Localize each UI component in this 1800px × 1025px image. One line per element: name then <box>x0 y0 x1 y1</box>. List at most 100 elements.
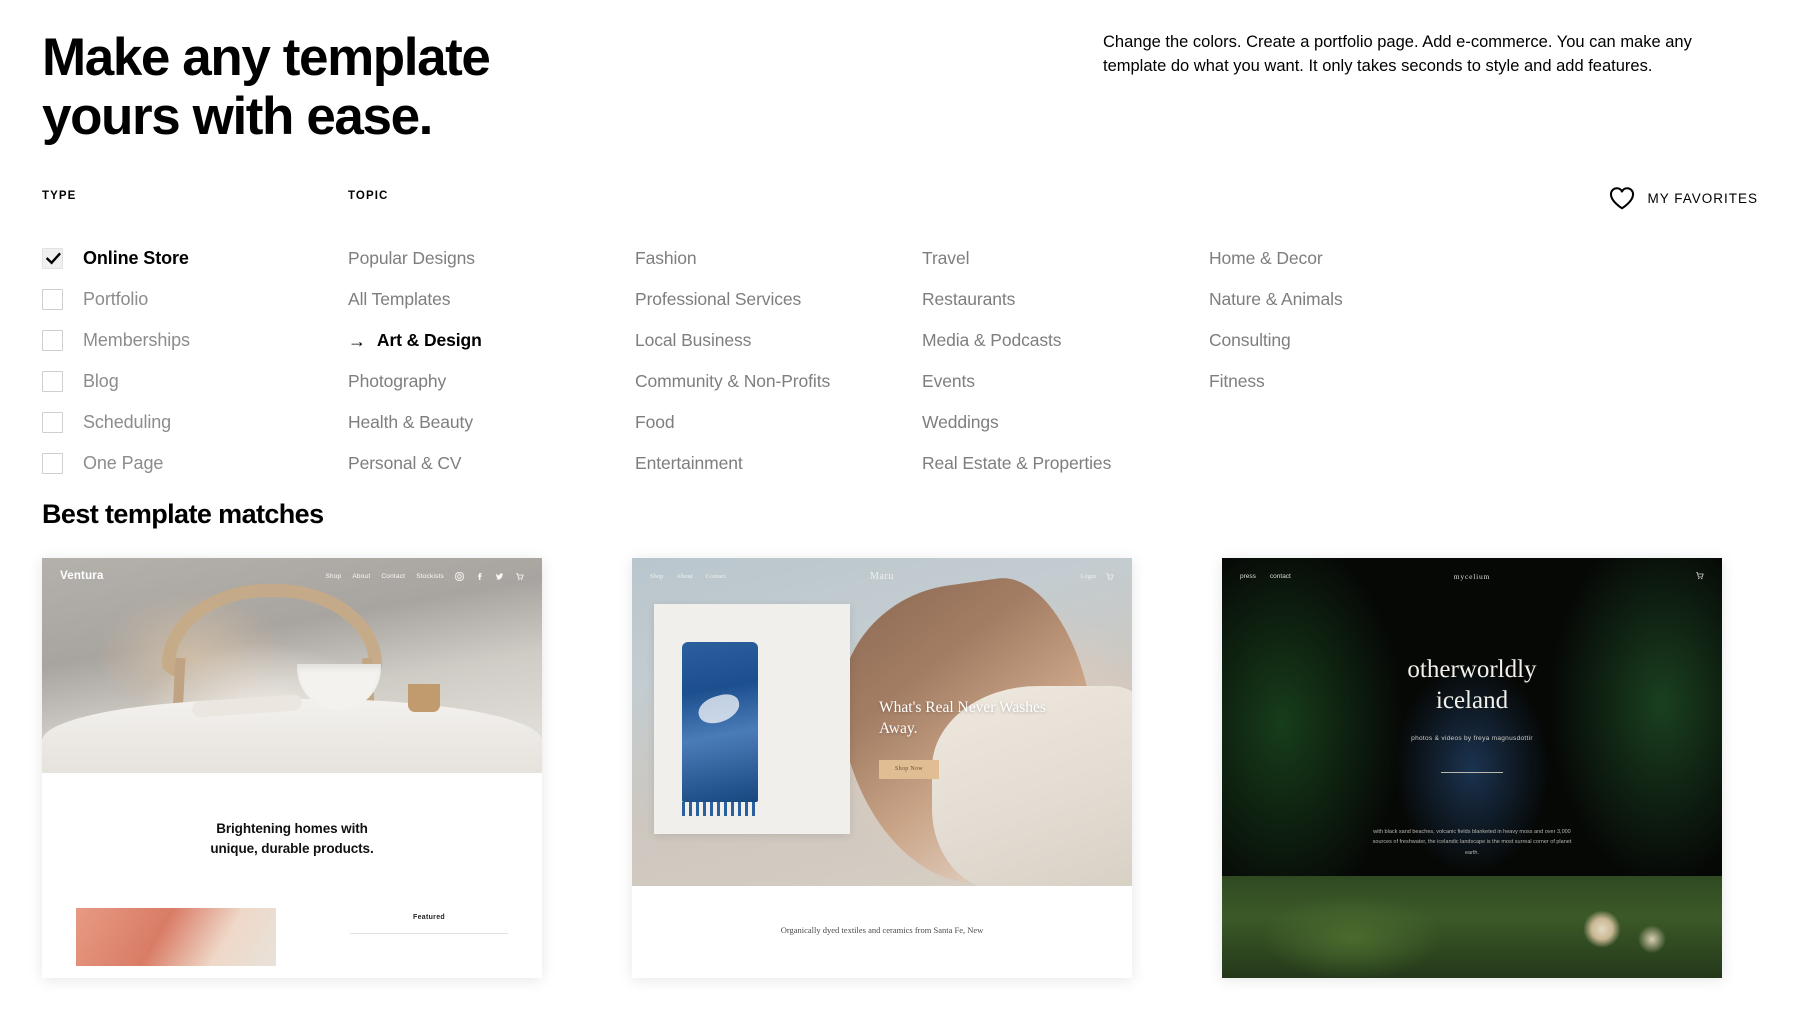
topic-item-real-estate-and-properties[interactable]: →Real Estate & Properties <box>922 443 1209 484</box>
topic-item-restaurants[interactable]: →Restaurants <box>922 279 1209 320</box>
cart-icon <box>1106 572 1114 580</box>
topic-item-health-and-beauty[interactable]: →Health & Beauty <box>348 402 635 443</box>
divider <box>1441 771 1503 773</box>
topic-item-all-templates[interactable]: →All Templates <box>348 279 635 320</box>
topic-item-popular-designs[interactable]: →Popular Designs <box>348 238 635 279</box>
checkbox-scheduling[interactable] <box>42 412 63 433</box>
template-nav-account: Login <box>1080 572 1114 581</box>
topic-item-consulting[interactable]: →Consulting <box>1209 320 1496 361</box>
template-card-maru[interactable]: Shop About Contact Maru Login What's Rea… <box>632 558 1132 978</box>
template-nav-bar: Ventura Shop About Contact Stockists <box>42 558 542 594</box>
topic-item-label: Nature & Animals <box>1209 289 1343 309</box>
topic-item-label: Health & Beauty <box>348 412 473 432</box>
topic-item-nature-and-animals[interactable]: →Nature & Animals <box>1209 279 1496 320</box>
type-filter-label: Portfolio <box>83 289 149 309</box>
template-preview-image: Ventura Shop About Contact Stockists <box>42 558 542 773</box>
my-favorites-button[interactable]: MY FAVORITES <box>1609 186 1758 210</box>
topic-item-entertainment[interactable]: →Entertainment <box>635 443 922 484</box>
cup-shape <box>408 684 440 712</box>
topic-item-fitness[interactable]: →Fitness <box>1209 361 1496 402</box>
template-brand-name: Maru <box>869 570 895 582</box>
template-card-mycelium[interactable]: press contact mycelium otherworldly icel… <box>1222 558 1722 978</box>
template-headline: Brightening homes with unique, durable p… <box>210 821 374 857</box>
nav-link-about: About <box>352 572 371 580</box>
topic-item-photography[interactable]: →Photography <box>348 361 635 402</box>
filters-section: TYPE TOPIC MY FAVORITES Online Store Por… <box>0 187 1800 474</box>
topic-item-label: Weddings <box>922 412 999 432</box>
type-filter-memberships[interactable]: Memberships <box>42 320 348 361</box>
topic-item-professional-services[interactable]: →Professional Services <box>635 279 922 320</box>
template-headline: What's Real Never Washes Away. <box>879 699 1046 737</box>
topic-item-label: Popular Designs <box>348 248 475 268</box>
instagram-icon <box>455 571 464 581</box>
topic-item-personal-and-cv[interactable]: →Personal & CV <box>348 443 635 484</box>
topic-column-3: →Travel →Restaurants →Media & Podcasts →… <box>922 238 1209 484</box>
template-preview-image: Shop About Contact Maru Login What's Rea… <box>632 558 1132 886</box>
results-title: Best template matches <box>42 499 324 529</box>
topic-item-label: Consulting <box>1209 330 1291 350</box>
topic-item-label: Home & Decor <box>1209 248 1323 268</box>
type-filter-list: Online Store Portfolio Memberships Blog … <box>42 238 348 484</box>
topic-column-2: →Fashion →Professional Services →Local B… <box>635 238 922 484</box>
template-card-ventura[interactable]: Ventura Shop About Contact Stockists Bri… <box>42 558 542 978</box>
topic-item-label: Food <box>635 412 675 432</box>
type-filter-blog[interactable]: Blog <box>42 361 348 402</box>
shop-now-button[interactable]: Shop Now <box>879 759 939 779</box>
checkbox-blog[interactable] <box>42 371 63 392</box>
moss-photo-placeholder <box>1222 876 1722 978</box>
topic-item-label: Local Business <box>635 330 752 350</box>
arrow-icon: → <box>348 330 366 351</box>
cart-icon <box>516 572 524 580</box>
filters-header-row: TYPE TOPIC MY FAVORITES <box>42 187 1758 226</box>
topic-item-art-and-design[interactable]: → Art & Design <box>348 320 635 361</box>
template-subtitle: photos & videos by freya magnusdottir <box>1411 734 1533 742</box>
type-filter-label: Online Store <box>83 248 189 268</box>
topic-item-travel[interactable]: →Travel <box>922 238 1209 279</box>
template-nav-bar: press contact mycelium <box>1222 558 1722 594</box>
checkbox-memberships[interactable] <box>42 330 63 351</box>
topic-item-label: Fitness <box>1209 371 1265 391</box>
fringe-shape <box>682 802 758 816</box>
hero-description: Change the colors. Create a portfolio pa… <box>1103 33 1692 76</box>
type-filter-label: Memberships <box>83 330 190 350</box>
topic-item-community-and-non-profits[interactable]: →Community & Non-Profits <box>635 361 922 402</box>
type-filter-scheduling[interactable]: Scheduling <box>42 402 348 443</box>
topic-item-local-business[interactable]: →Local Business <box>635 320 922 361</box>
featured-block: Featured <box>350 908 508 934</box>
type-filter-label: One Page <box>83 453 164 473</box>
page-title: Make any template yours with ease. <box>42 28 491 147</box>
checkbox-one-page[interactable] <box>42 453 63 474</box>
shop-now-label: Shop Now <box>895 766 923 773</box>
template-brand-name: mycelium <box>1453 571 1491 581</box>
topic-item-label: Personal & CV <box>348 453 462 473</box>
topic-item-media-and-podcasts[interactable]: →Media & Podcasts <box>922 320 1209 361</box>
topic-item-events[interactable]: →Events <box>922 361 1209 402</box>
topic-item-label: Fashion <box>635 248 697 268</box>
topic-column-label: TOPIC <box>348 190 389 202</box>
template-hero-overlay: What's Real Never Washes Away. Shop Now <box>879 698 1094 779</box>
template-hero-overlay: otherworldly iceland photos & videos by … <box>1222 654 1722 773</box>
template-card-grid: Ventura Shop About Contact Stockists Bri… <box>42 558 1758 978</box>
scarf-shape <box>682 642 758 802</box>
topic-item-home-and-decor[interactable]: →Home & Decor <box>1209 238 1496 279</box>
topic-item-food[interactable]: →Food <box>635 402 922 443</box>
template-preview-bottom: Featured <box>42 860 542 966</box>
topic-item-label: Art & Design <box>376 330 482 350</box>
type-filter-online-store[interactable]: Online Store <box>42 238 348 279</box>
topic-item-label: Travel <box>922 248 970 268</box>
checkbox-portfolio[interactable] <box>42 289 63 310</box>
type-filter-one-page[interactable]: One Page <box>42 443 348 484</box>
my-favorites-label: MY FAVORITES <box>1647 190 1758 206</box>
topic-item-weddings[interactable]: →Weddings <box>922 402 1209 443</box>
results-section: Best template matches Ventura Shop About… <box>0 499 1800 978</box>
checkbox-online-store[interactable] <box>42 248 63 269</box>
templates-browse-page: Make any template yours with ease. Chang… <box>0 0 1800 1025</box>
template-preview-image: press contact mycelium otherworldly icel… <box>1222 558 1722 876</box>
topic-item-label: Events <box>922 371 975 391</box>
template-preview-body: Organically dyed textiles and ceramics f… <box>632 886 1132 938</box>
type-filter-portfolio[interactable]: Portfolio <box>42 279 348 320</box>
topic-item-fashion[interactable]: →Fashion <box>635 238 922 279</box>
cart-icon <box>1695 571 1704 582</box>
topic-item-label: Media & Podcasts <box>922 330 1062 350</box>
template-paragraph: with black sand beaches, volcanic fields… <box>1372 828 1572 856</box>
